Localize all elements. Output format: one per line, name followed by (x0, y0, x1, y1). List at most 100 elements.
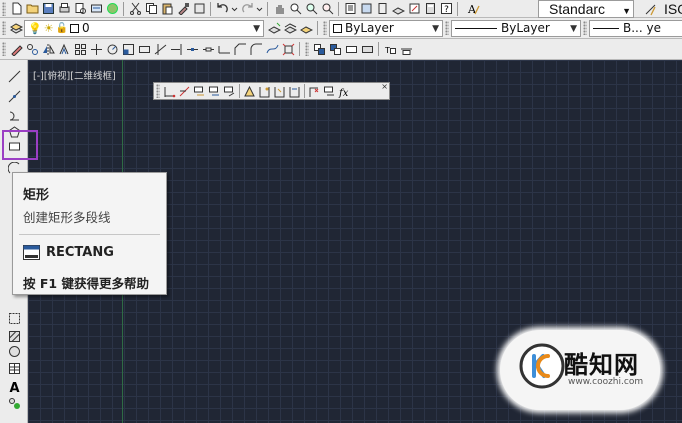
break-at-point-icon[interactable] (185, 42, 199, 56)
continue-dimension-icon[interactable] (308, 84, 321, 98)
linear-dimension-icon[interactable] (163, 84, 176, 98)
dimension-space-icon[interactable] (323, 84, 336, 98)
diameter-dimension-icon[interactable] (243, 84, 256, 98)
layer-previous-icon[interactable] (283, 21, 297, 35)
chevron-down-icon[interactable] (256, 2, 263, 16)
make-current-layer-icon[interactable] (267, 21, 281, 35)
function-icon[interactable]: fx (338, 84, 351, 98)
chamfer-icon[interactable] (233, 42, 247, 56)
help-icon[interactable]: ? (439, 2, 453, 16)
copy-icon[interactable] (144, 2, 158, 16)
lightbulb-icon[interactable]: 💡 (28, 22, 42, 35)
erase-icon[interactable] (9, 42, 23, 56)
bring-above-icon[interactable] (360, 42, 374, 56)
publish-icon[interactable] (89, 2, 103, 16)
text-style-combo[interactable]: Standarc ▼ (538, 0, 634, 18)
save-icon[interactable] (41, 2, 55, 16)
send-to-back-icon[interactable] (344, 42, 358, 56)
explode-icon[interactable] (281, 42, 295, 56)
print-icon[interactable] (57, 2, 71, 16)
layer-states-icon[interactable] (299, 21, 313, 35)
toolbar-grip[interactable] (2, 42, 6, 56)
dimension-style-icon[interactable] (643, 2, 657, 16)
tool-palettes-icon[interactable] (375, 2, 389, 16)
trim-icon[interactable] (153, 42, 167, 56)
array-icon[interactable] (73, 42, 87, 56)
print-preview-icon[interactable] (73, 2, 87, 16)
lineweight-combo[interactable]: B... ye (589, 19, 682, 37)
scale-icon[interactable] (121, 42, 135, 56)
offset-icon[interactable] (57, 42, 71, 56)
draw-order-icon[interactable] (312, 42, 326, 56)
table-icon[interactable] (6, 360, 22, 376)
add-selected-icon[interactable] (6, 395, 22, 411)
construction-line-icon[interactable] (6, 88, 22, 104)
pan-hand-icon[interactable] (272, 2, 286, 16)
cut-icon[interactable] (128, 2, 142, 16)
aligned-dimension-icon[interactable] (178, 84, 191, 98)
paste-icon[interactable] (160, 2, 174, 16)
break-icon[interactable] (201, 42, 215, 56)
zoom-realtime-icon[interactable] (288, 2, 302, 16)
undo-icon[interactable] (215, 2, 229, 16)
layer-combo[interactable]: 💡 ☀ 🔓 0 ▼ (24, 19, 264, 37)
redo-icon[interactable] (240, 2, 254, 16)
toolbar-grip[interactable] (2, 21, 6, 35)
plot-icon[interactable] (105, 2, 119, 16)
angular-dimension-icon[interactable] (258, 84, 271, 98)
polyline-icon[interactable] (6, 108, 22, 124)
chevron-down-icon[interactable]: ▼ (622, 3, 631, 19)
close-icon[interactable]: × (381, 82, 388, 91)
match-properties-icon[interactable] (176, 2, 190, 16)
sun-freeze-icon[interactable]: ☀ (44, 22, 54, 35)
zoom-previous-icon[interactable] (320, 2, 334, 16)
toolbar-grip[interactable] (156, 84, 160, 98)
layer-properties-icon[interactable] (9, 21, 23, 35)
toolbar-grip[interactable] (2, 1, 6, 16)
radius-dimension-icon[interactable] (223, 84, 236, 98)
chevron-down-icon[interactable] (231, 2, 238, 16)
open-folder-icon[interactable] (25, 2, 39, 16)
new-file-icon[interactable] (9, 2, 23, 16)
fillet-icon[interactable] (249, 42, 263, 56)
zoom-window-icon[interactable] (304, 2, 318, 16)
unlock-icon[interactable]: 🔓 (56, 23, 68, 34)
dimension-front-icon[interactable] (399, 42, 413, 56)
chevron-down-icon[interactable]: ▼ (253, 24, 260, 34)
hatch-icon[interactable] (6, 328, 22, 344)
ordinate-dimension-icon[interactable] (208, 84, 221, 98)
arc-length-icon[interactable] (193, 84, 206, 98)
color-combo[interactable]: ByLayer ▼ (329, 19, 443, 37)
join-icon[interactable] (217, 42, 231, 56)
text-style-icon[interactable]: A (466, 2, 480, 16)
dimension-style-value[interactable]: ISO (664, 0, 682, 18)
toolbar-grip[interactable] (323, 21, 327, 35)
move-icon[interactable] (89, 42, 103, 56)
blend-curves-icon[interactable] (265, 42, 279, 56)
baseline-dimension-icon[interactable] (288, 84, 301, 98)
mirror-icon[interactable] (41, 42, 55, 56)
toolbar-grip[interactable] (445, 21, 449, 35)
extend-icon[interactable] (169, 42, 183, 56)
properties-icon[interactable] (343, 2, 357, 16)
viewport-controls-label[interactable]: [-][俯视][二维线框] (33, 68, 116, 82)
stretch-icon[interactable] (137, 42, 151, 56)
multiline-text-icon[interactable]: A (6, 378, 22, 394)
linetype-combo[interactable]: ByLayer ▼ (451, 19, 581, 37)
line-icon[interactable] (6, 68, 22, 84)
rotate-icon[interactable] (105, 42, 119, 56)
markup-icon[interactable] (407, 2, 421, 16)
design-center-icon[interactable] (359, 2, 373, 16)
circle-icon[interactable] (6, 310, 22, 326)
region-icon[interactable] (6, 343, 22, 359)
toolbar-grip[interactable] (583, 21, 587, 35)
copy-object-icon[interactable] (25, 42, 39, 56)
chevron-down-icon[interactable]: ▼ (570, 24, 577, 34)
sheet-set-icon[interactable] (391, 2, 405, 16)
toolbar-grip[interactable] (305, 42, 309, 56)
chevron-down-icon[interactable]: ▼ (432, 24, 439, 34)
block-editor-icon[interactable] (192, 2, 206, 16)
calculator-icon[interactable] (423, 2, 437, 16)
bring-to-front-icon[interactable] (328, 42, 342, 56)
text-front-icon[interactable]: T (383, 42, 397, 56)
